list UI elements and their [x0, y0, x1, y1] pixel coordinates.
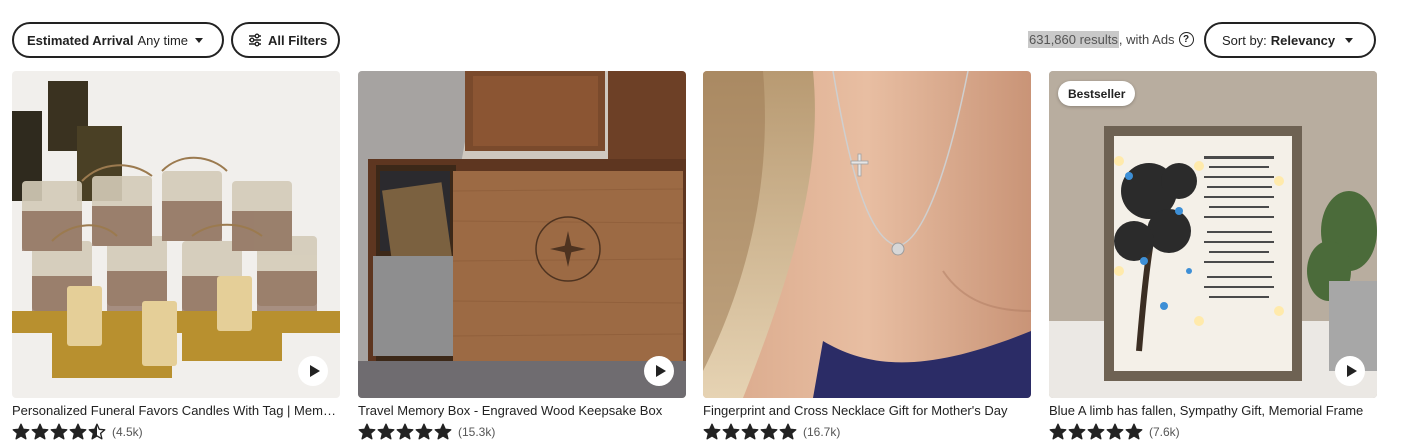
arrival-value: Any time: [137, 32, 189, 48]
listing-card[interactable]: Bestseller Blue A limb has fallen, Sympa…: [1049, 71, 1377, 445]
star-icon: [377, 423, 395, 440]
star-icon: [415, 423, 433, 440]
star-icon: [703, 423, 721, 440]
listing-image[interactable]: [358, 71, 686, 398]
memorial-frame-image: [1049, 71, 1377, 398]
sliders-icon: [249, 33, 261, 47]
listing-title[interactable]: Fingerprint and Cross Necklace Gift for …: [703, 403, 1031, 418]
listing-rating: (7.6k): [1049, 423, 1180, 441]
star-icon: [31, 423, 49, 440]
listing-image[interactable]: [12, 71, 340, 398]
star-icon: [12, 423, 30, 440]
play-video-button[interactable]: [644, 356, 674, 386]
wood-box-image: [358, 71, 686, 398]
star-icon: [1106, 423, 1124, 440]
sort-dropdown[interactable]: Sort by: Relevancy: [1204, 22, 1376, 58]
listing-card[interactable]: Fingerprint and Cross Necklace Gift for …: [703, 71, 1031, 445]
star-icon: [1049, 423, 1067, 440]
star-rating: [12, 423, 107, 441]
star-rating: [358, 423, 453, 441]
chevron-down-icon: [1345, 37, 1354, 43]
star-icon: [50, 423, 68, 440]
star-rating: [1049, 423, 1144, 441]
star-icon: [1087, 423, 1105, 440]
review-count: (7.6k): [1149, 425, 1180, 439]
bestseller-badge: Bestseller: [1058, 81, 1136, 106]
sort-value: Relevancy: [1270, 32, 1336, 48]
star-icon: [358, 423, 376, 440]
star-icon: [1125, 423, 1143, 440]
listing-title[interactable]: Travel Memory Box - Engraved Wood Keepsa…: [358, 403, 686, 418]
star-icon: [88, 423, 106, 440]
listing-card[interactable]: Travel Memory Box - Engraved Wood Keepsa…: [358, 71, 686, 445]
listing-image[interactable]: [703, 71, 1031, 398]
star-icon: [760, 423, 778, 440]
star-rating: [703, 423, 798, 441]
star-icon: [69, 423, 87, 440]
star-icon: [741, 423, 759, 440]
results-summary: 631,860 results , with Ads ?: [1028, 31, 1194, 48]
review-count: (4.5k): [112, 425, 143, 439]
sort-label: Sort by:: [1222, 32, 1267, 48]
results-count: 631,860 results: [1028, 31, 1119, 48]
star-icon: [434, 423, 452, 440]
listing-image[interactable]: Bestseller: [1049, 71, 1377, 398]
star-icon: [779, 423, 797, 440]
star-icon: [722, 423, 740, 440]
play-video-button[interactable]: [1335, 356, 1365, 386]
review-count: (16.7k): [803, 425, 841, 439]
star-icon: [1068, 423, 1086, 440]
help-icon[interactable]: ?: [1178, 32, 1194, 47]
arrival-label: Estimated Arrival: [27, 32, 134, 48]
all-filters-label: All Filters: [268, 32, 328, 48]
listing-rating: (4.5k): [12, 423, 143, 441]
chevron-down-icon: [195, 37, 204, 43]
estimated-arrival-dropdown[interactable]: Estimated Arrival Any time: [12, 22, 224, 58]
listing-rating: (15.3k): [358, 423, 495, 441]
filter-bar: Estimated Arrival Any time All Filters 6…: [0, 0, 1405, 70]
listing-title[interactable]: Blue A limb has fallen, Sympathy Gift, M…: [1049, 403, 1377, 418]
results-suffix: , with Ads: [1118, 32, 1175, 47]
star-icon: [396, 423, 414, 440]
play-video-button[interactable]: [298, 356, 328, 386]
listing-title[interactable]: Personalized Funeral Favors Candles With…: [12, 403, 340, 418]
candle-favors-image: [12, 71, 340, 398]
review-count: (15.3k): [458, 425, 496, 439]
listing-rating: (16.7k): [703, 423, 840, 441]
all-filters-button[interactable]: All Filters: [231, 22, 340, 58]
necklace-image: [703, 71, 1031, 398]
listing-card[interactable]: Personalized Funeral Favors Candles With…: [12, 71, 340, 445]
